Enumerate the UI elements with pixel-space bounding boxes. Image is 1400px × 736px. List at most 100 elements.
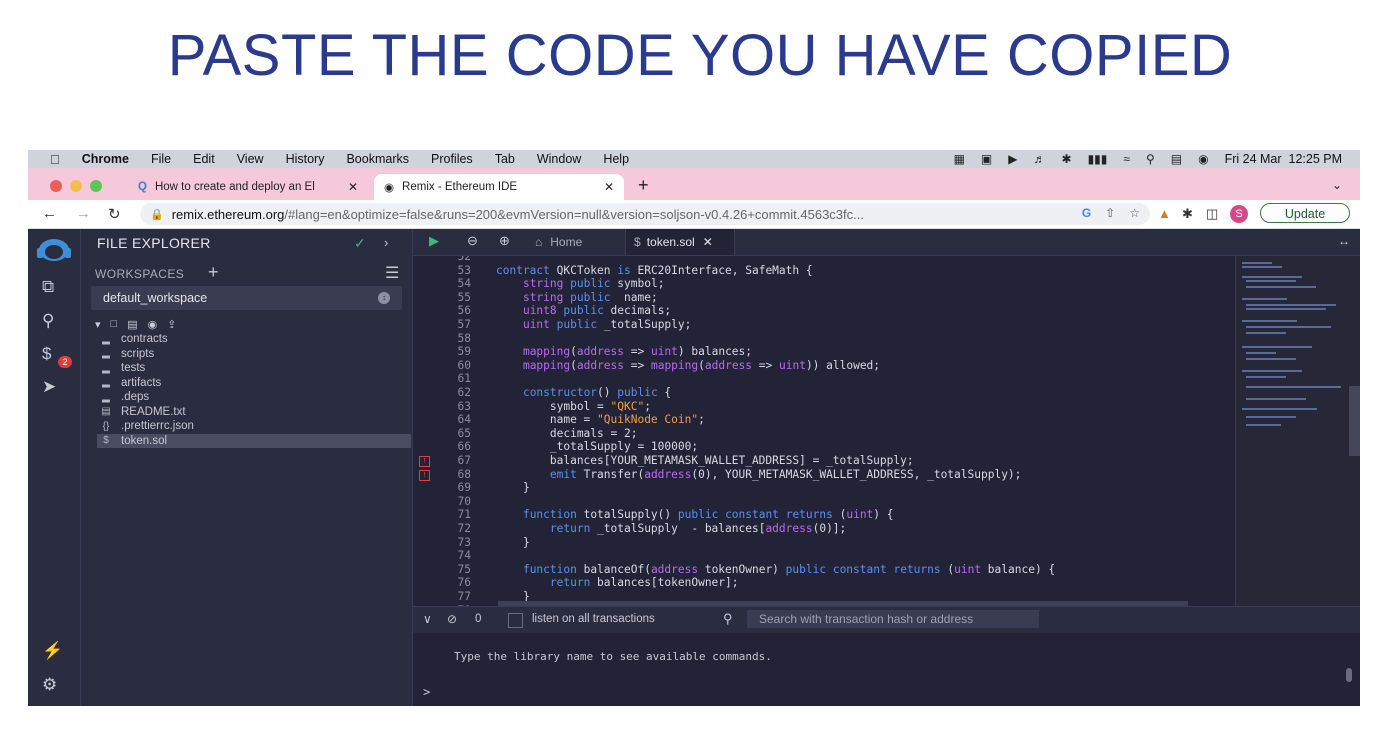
tree-folder-artifacts[interactable]: ▂ artifacts xyxy=(99,376,411,390)
code-line[interactable]: 55 string public name; xyxy=(413,291,1233,305)
extensions-icon[interactable]: ✱ xyxy=(1182,206,1193,222)
code-line[interactable]: 71 function totalSupply() public constan… xyxy=(413,508,1233,522)
screen-icon[interactable]: ▣ xyxy=(981,152,992,166)
chevron-right-icon[interactable]: › xyxy=(384,235,388,250)
collapse-caret-icon[interactable]: ▾ xyxy=(95,318,101,331)
terminal-prompt[interactable]: > xyxy=(423,685,430,699)
remix-logo-icon[interactable] xyxy=(34,234,74,264)
error-marker-icon[interactable]: ! xyxy=(419,456,430,467)
maximize-window-icon[interactable] xyxy=(90,180,102,192)
update-button[interactable]: Update xyxy=(1260,203,1350,223)
menu-tab[interactable]: Tab xyxy=(495,152,515,166)
solidity-compiler-icon[interactable]: $ xyxy=(42,344,51,364)
control-center-icon[interactable]: ▤ xyxy=(1171,152,1182,166)
close-tab-icon[interactable]: ✕ xyxy=(703,235,713,249)
reload-icon[interactable]: ↻ xyxy=(108,205,121,223)
code-line[interactable]: 66 _totalSupply = 100000; xyxy=(413,440,1233,454)
expand-icon[interactable]: ↔ xyxy=(1338,234,1350,248)
code-line[interactable]: 53 contract QKCToken is ERC20Interface, S… xyxy=(413,264,1233,278)
plugin-manager-icon[interactable]: ⚡ xyxy=(42,641,63,661)
menu-app-name[interactable]: Chrome xyxy=(82,152,129,166)
browser-tab-article[interactable]: Q How to create and deploy an El ✕ xyxy=(128,174,368,200)
bookmark-star-icon[interactable]: ☆ xyxy=(1129,206,1140,220)
tab-home[interactable]: ⌂ Home xyxy=(535,229,625,255)
minimap-scroll-thumb[interactable] xyxy=(1349,386,1360,456)
tree-folder-deps[interactable]: ▂ .deps xyxy=(99,390,411,404)
share-icon[interactable]: ⇧ xyxy=(1105,206,1115,220)
code-line[interactable]: 75 function balanceOf(address tokenOwner… xyxy=(413,563,1233,577)
metamask-icon[interactable]: ▲ xyxy=(1158,206,1171,221)
bluetooth-icon[interactable]: ✱ xyxy=(1062,152,1072,166)
code-line[interactable]: 62 constructor() public { xyxy=(413,386,1233,400)
menu-view[interactable]: View xyxy=(237,152,264,166)
code-line[interactable]: 68 emit Transfer(address(0), YOUR_METAMA… xyxy=(413,468,1233,482)
code-line[interactable]: 63 symbol = "QKC"; xyxy=(413,400,1233,414)
github-icon[interactable]: ◉ xyxy=(148,318,158,331)
code-line[interactable]: 58 xyxy=(413,332,1233,346)
back-icon[interactable]: ← xyxy=(42,205,57,222)
play-icon[interactable]: ▶ xyxy=(1008,152,1017,166)
code-line[interactable]: 59 mapping(address => uint) balances; xyxy=(413,345,1233,359)
menu-history[interactable]: History xyxy=(286,152,325,166)
zoom-out-icon[interactable]: ⊖ xyxy=(467,233,478,249)
code-line[interactable]: 76 return balances[tokenOwner]; xyxy=(413,576,1233,590)
tree-file-readme[interactable]: ▤ README.txt xyxy=(99,405,411,419)
battery-icon[interactable]: ▮▮▮ xyxy=(1088,152,1108,166)
tree-file-prettierrc[interactable]: {} .prettierrc.json xyxy=(99,419,411,433)
code-line[interactable]: 56 uint8 public decimals; xyxy=(413,304,1233,318)
menu-help[interactable]: Help xyxy=(603,152,629,166)
code-line[interactable]: 64 name = "QuikNode Coin"; xyxy=(413,413,1233,427)
menu-profiles[interactable]: Profiles xyxy=(431,152,473,166)
siri-icon[interactable]: ◉ xyxy=(1198,152,1208,166)
apple-icon[interactable]:  xyxy=(50,152,60,167)
create-workspace-icon[interactable]: + xyxy=(208,262,219,283)
close-tab-icon[interactable]: ✕ xyxy=(604,180,614,194)
close-window-icon[interactable] xyxy=(50,180,62,192)
listen-checkbox[interactable] xyxy=(508,613,523,628)
code-line[interactable]: 65 decimals = 2; xyxy=(413,427,1233,441)
tree-folder-tests[interactable]: ▂ tests xyxy=(99,361,411,375)
tree-folder-scripts[interactable]: ▂ scripts xyxy=(99,347,411,361)
spotlight-icon[interactable]: ⚲ xyxy=(1146,152,1155,166)
tab-token-sol[interactable]: $ token.sol ✕ xyxy=(625,229,735,255)
code-line[interactable]: 52 xyxy=(413,256,1233,264)
sidebar-toggle-icon[interactable]: ◫ xyxy=(1206,206,1218,222)
code-line[interactable]: 70 xyxy=(413,495,1233,509)
workspace-select[interactable]: default_workspace ↕ xyxy=(91,286,402,310)
upload-icon[interactable]: ⇪ xyxy=(167,318,176,331)
tree-file-token-sol[interactable]: $ token.sol xyxy=(97,433,411,448)
menu-window[interactable]: Window xyxy=(537,152,581,166)
terminal-output[interactable]: Type the library name to see available c… xyxy=(413,633,1360,706)
new-tab-icon[interactable]: + xyxy=(638,175,649,196)
browser-tab-remix[interactable]: ◉ Remix - Ethereum IDE ✕ xyxy=(374,174,624,200)
new-file-icon[interactable]: □ xyxy=(111,318,118,331)
error-marker-icon[interactable]: ! xyxy=(419,469,430,481)
clear-console-icon[interactable]: ⊘ xyxy=(447,612,457,626)
code-line[interactable]: 74 xyxy=(413,549,1233,563)
minimize-window-icon[interactable] xyxy=(70,180,82,192)
docker-icon[interactable]: ▦ xyxy=(954,152,965,166)
settings-gear-icon[interactable]: ⚙ xyxy=(42,675,57,695)
terminal-scrollbar[interactable] xyxy=(1346,668,1352,682)
lock-icon[interactable]: 🔒 xyxy=(150,208,164,221)
tree-folder-contracts[interactable]: ▂ contracts xyxy=(99,332,411,346)
editor-minimap[interactable] xyxy=(1235,256,1360,606)
code-line[interactable]: 54 string public symbol; xyxy=(413,277,1233,291)
search-icon[interactable]: ⚲ xyxy=(42,311,54,331)
new-folder-icon[interactable]: ▤ xyxy=(127,318,137,331)
code-line[interactable]: 57 uint public _totalSupply; xyxy=(413,318,1233,332)
code-line[interactable]: 67 balances[YOUR_METAMASK_WALLET_ADDRESS… xyxy=(413,454,1233,468)
workspace-menu-icon[interactable]: ☰ xyxy=(385,263,399,283)
code-line[interactable]: 60 mapping(address => mapping(address =>… xyxy=(413,359,1233,373)
code-line[interactable]: 72 return _totalSupply - balances[addres… xyxy=(413,522,1233,536)
google-icon[interactable]: G xyxy=(1082,206,1091,220)
profile-avatar[interactable]: S xyxy=(1230,205,1248,223)
url-field[interactable]: 🔒 remix.ethereum.org /#lang=en&optimize=… xyxy=(140,203,1150,225)
zoom-in-icon[interactable]: ⊕ xyxy=(499,233,510,249)
code-line[interactable]: 69 } xyxy=(413,481,1233,495)
deploy-run-icon[interactable]: ➤ xyxy=(42,377,56,397)
code-line[interactable]: 73 } xyxy=(413,536,1233,550)
volume-icon[interactable]: ♬ xyxy=(1034,152,1046,166)
menu-bookmarks[interactable]: Bookmarks xyxy=(346,152,409,166)
menu-edit[interactable]: Edit xyxy=(193,152,215,166)
